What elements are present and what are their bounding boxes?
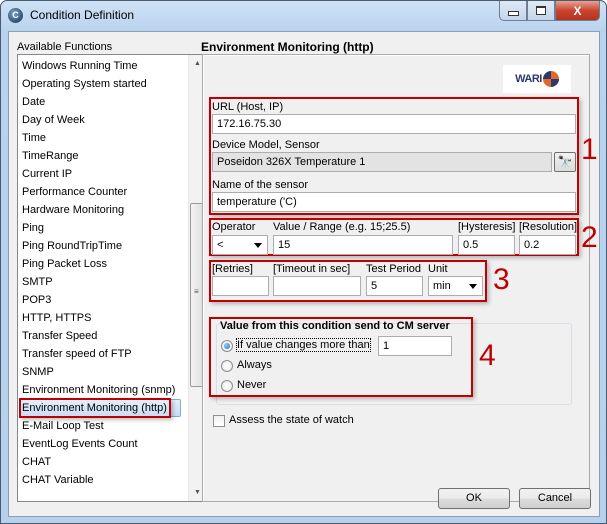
sensor-name-label: Name of the sensor [212,179,308,191]
value-range-label: Value / Range (e.g. 15;25.5) [273,221,411,233]
sensor-name-input[interactable]: temperature ('C) [212,192,576,212]
dialog-client-area: Available Functions Environment Monitori… [8,31,600,517]
unit-label: Unit [428,263,448,275]
minimize-button[interactable] [499,1,527,21]
list-item[interactable]: SNMP [20,363,182,381]
list-item[interactable]: Transfer Speed [20,327,182,345]
list-item[interactable]: Day of Week [20,111,182,129]
url-label: URL (Host, IP) [212,101,284,113]
list-item[interactable]: Windows Running Time [20,57,182,75]
list-item[interactable]: Hardware Monitoring [20,201,182,219]
url-input[interactable]: 172.16.75.30 [212,114,576,134]
list-item[interactable]: SMTP [20,273,182,291]
functions-listbox[interactable]: Windows Running Time Operating System sta… [17,54,207,502]
unit-select[interactable]: min [428,276,483,296]
list-item[interactable]: Transfer speed of FTP [20,345,182,363]
radio-always[interactable] [221,360,233,372]
hysteresis-label: [Hysteresis] [458,221,516,233]
list-item[interactable]: EventLog Events Count [20,435,182,453]
grip-icon: ≡ [194,287,199,296]
annotation-marker-4: 4 [479,339,496,372]
list-item[interactable]: Time [20,129,182,147]
resolution-label: [Resolution] [519,221,578,233]
list-item[interactable]: Ping Packet Loss [20,255,182,273]
change-threshold-input[interactable]: 1 [378,336,452,356]
operator-select[interactable]: < [212,235,268,255]
radio-never-label[interactable]: Never [237,379,266,391]
annotation-marker-3: 3 [493,263,510,296]
timeout-input[interactable] [273,276,361,296]
radio-never[interactable] [221,380,233,392]
close-button[interactable]: X [555,1,600,21]
list-item[interactable]: E-Mail Loop Test [20,417,182,435]
test-period-input[interactable]: 5 [366,276,423,296]
send-value-group-title: Value from this condition send to CM ser… [220,320,450,332]
window-title: Condition Definition [30,8,135,22]
ok-button[interactable]: OK [438,488,510,509]
minimize-icon [507,11,519,16]
radio-always-label[interactable]: Always [237,359,272,371]
caption-buttons: X [499,1,600,21]
app-icon: C [8,8,23,23]
list-item[interactable]: CHAT Variable [20,471,182,489]
list-item[interactable]: Date [20,93,182,111]
condition-definition-window: C Condition Definition X Available Funct… [0,0,607,524]
dropdown-arrow-icon [469,284,477,289]
retries-label: [Retries] [212,263,253,275]
maximize-icon [536,6,546,15]
binoculars-icon: 🔭 [557,155,573,169]
section-title: Environment Monitoring (http) [201,40,374,54]
list-item[interactable]: Ping [20,219,182,237]
list-item[interactable]: POP3 [20,291,182,309]
list-item[interactable]: Performance Counter [20,183,182,201]
list-item[interactable]: HTTP, HTTPS [20,309,182,327]
condition-settings-panel: WARI 1 URL (Host, IP) 172.16.75.30 Devic… [202,54,598,502]
wario-logo: WARI [503,65,571,93]
list-item[interactable]: Environment Monitoring (snmp) [20,381,182,399]
operator-label: Operator [212,221,256,233]
device-model-label: Device Model, Sensor [212,139,320,151]
timeout-label: [Timeout in sec] [273,263,351,275]
logo-text: WARI [515,73,542,85]
list-item[interactable]: Current IP [20,165,182,183]
operator-value: < [217,239,224,251]
list-item[interactable]: Operating System started [20,75,182,93]
title-bar[interactable]: C Condition Definition X [1,1,606,31]
list-item[interactable]: TimeRange [20,147,182,165]
browse-sensor-button[interactable]: 🔭 [554,152,576,172]
list-item[interactable]: CHAT [20,453,182,471]
hysteresis-input[interactable]: 0.5 [458,235,515,255]
maximize-button[interactable] [527,1,555,21]
resolution-input[interactable]: 0.2 [519,235,576,255]
retries-input[interactable] [212,276,269,296]
available-functions-label: Available Functions [17,41,113,53]
cancel-button[interactable]: Cancel [519,488,591,509]
radio-if-changes-label[interactable]: If value changes more than [236,338,371,352]
dropdown-arrow-icon [254,243,262,248]
annotation-box-selected-item [19,398,171,418]
unit-value: min [433,280,451,292]
close-icon: X [573,3,582,18]
assess-state-checkbox[interactable] [213,415,225,427]
annotation-marker-2: 2 [581,221,598,254]
value-range-input[interactable]: 15 [273,235,453,255]
list-item[interactable]: Ping RoundTripTime [20,237,182,255]
device-model-field[interactable]: Poseidon 326X Temperature 1 [212,152,552,172]
test-period-label: Test Period [366,263,422,275]
radio-if-changes[interactable] [221,340,233,352]
annotation-marker-1: 1 [581,133,598,166]
assess-state-label[interactable]: Assess the state of watch [229,414,354,426]
logo-mark-icon [542,71,559,87]
